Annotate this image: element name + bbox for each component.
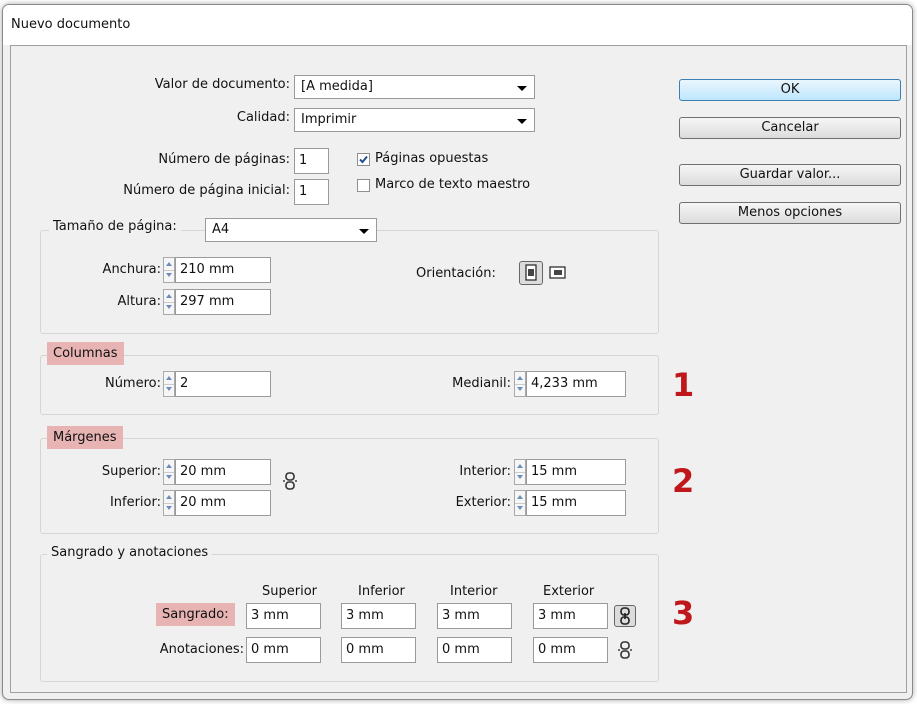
exterior-input[interactable]: 15 mm (526, 490, 626, 516)
header-exterior: Exterior (543, 584, 595, 599)
pagina-inicial-value: 1 (299, 184, 308, 199)
sangrado-inferior-value: 3 mm (346, 608, 384, 623)
medianil-label: Medianil: (452, 376, 511, 391)
exterior-value: 15 mm (531, 495, 578, 510)
anotaciones-superior-input[interactable]: 0 mm (246, 637, 321, 663)
pagina-inicial-label: Número de página inicial: (123, 183, 290, 198)
numero-paginas-input[interactable]: 1 (294, 148, 329, 174)
numero-columnas-value: 2 (180, 376, 189, 391)
inferior-stepper[interactable] (163, 490, 175, 516)
exterior-stepper[interactable] (514, 490, 526, 516)
portrait-orientation-icon[interactable] (519, 261, 543, 285)
pagina-inicial-input[interactable]: 1 (294, 179, 329, 205)
sangrado-exterior-value: 3 mm (538, 608, 576, 623)
chain-link-icon[interactable] (614, 605, 636, 627)
guardar-valor-button[interactable]: Guardar valor... (679, 164, 901, 186)
header-inferior: Inferior (358, 584, 405, 599)
columnas-legend: Columnas (47, 342, 124, 365)
annotation-number-3: 3 (672, 594, 695, 632)
numero-paginas-value: 1 (299, 153, 308, 168)
interior-stepper[interactable] (514, 459, 526, 485)
sangrado-interior-input[interactable]: 3 mm (437, 603, 512, 629)
valor-documento-label: Valor de documento: (154, 77, 290, 92)
margenes-group (40, 438, 659, 534)
anchura-value: 210 mm (180, 262, 235, 277)
tamano-pagina-label: Tamaño de página: (53, 219, 177, 234)
numero-columnas-label: Número: (104, 376, 161, 391)
exterior-label: Exterior: (455, 495, 511, 510)
marco-texto-label: Marco de texto maestro (375, 177, 531, 192)
sangrado-superior-value: 3 mm (251, 608, 289, 623)
anotaciones-label: Anotaciones: (159, 642, 244, 657)
valor-documento-value: [A medida] (301, 79, 373, 94)
chain-link-icon[interactable] (282, 472, 298, 490)
medianil-stepper[interactable] (514, 371, 526, 397)
anotaciones-inferior-value: 0 mm (346, 642, 384, 657)
altura-stepper[interactable] (163, 289, 175, 315)
ok-button[interactable]: OK (679, 79, 901, 101)
orientacion-label: Orientación: (416, 266, 496, 281)
marco-texto-checkbox[interactable] (357, 179, 370, 192)
window-title: Nuevo documento (11, 17, 131, 32)
anotaciones-exterior-value: 0 mm (538, 642, 576, 657)
tamano-pagina-legend: Tamaño de página: (49, 219, 181, 234)
dialog-window: Nuevo documento Valor de documento: [A m… (2, 4, 913, 700)
calidad-label: Calidad: (236, 110, 290, 125)
interior-label: Interior: (459, 464, 511, 479)
anotaciones-superior-value: 0 mm (251, 642, 289, 657)
sangrado-exterior-input[interactable]: 3 mm (533, 603, 608, 629)
superior-stepper[interactable] (163, 459, 175, 485)
chevron-down-icon (517, 86, 527, 91)
calidad-value: Imprimir (301, 112, 357, 127)
interior-input[interactable]: 15 mm (526, 459, 626, 485)
dialog-body: Valor de documento: [A medida] Calidad: … (10, 45, 907, 693)
numero-paginas-label: Número de páginas: (158, 152, 290, 167)
annotation-number-2: 2 (672, 462, 695, 500)
superior-input[interactable]: 20 mm (175, 459, 271, 485)
landscape-orientation-icon[interactable] (547, 262, 569, 284)
inferior-label: Inferior: (109, 495, 161, 510)
cancel-button[interactable]: Cancelar (679, 117, 901, 139)
sangrado-legend: Sangrado y anotaciones (47, 545, 213, 560)
calidad-select[interactable]: Imprimir (294, 108, 535, 132)
chevron-down-icon (517, 119, 527, 124)
anchura-stepper[interactable] (163, 257, 175, 283)
paginas-opuestas-checkbox[interactable] (357, 153, 370, 166)
tamano-pagina-value: A4 (212, 222, 230, 237)
margenes-legend: Márgenes (47, 426, 123, 449)
numero-columnas-stepper[interactable] (163, 371, 175, 397)
title-bar[interactable]: Nuevo documento (3, 5, 912, 45)
sangrado-label: Sangrado: (156, 603, 235, 626)
altura-value: 297 mm (180, 294, 235, 309)
inferior-input[interactable]: 20 mm (175, 490, 271, 516)
tamano-pagina-select[interactable]: A4 (205, 218, 377, 242)
valor-documento-select[interactable]: [A medida] (294, 75, 535, 99)
superior-label: Superior: (101, 464, 161, 479)
anchura-input[interactable]: 210 mm (175, 257, 271, 283)
anotaciones-interior-input[interactable]: 0 mm (437, 637, 512, 663)
sangrado-superior-input[interactable]: 3 mm (246, 603, 321, 629)
sangrado-interior-value: 3 mm (442, 608, 480, 623)
header-interior: Interior (450, 584, 498, 599)
medianil-input[interactable]: 4,233 mm (526, 371, 626, 397)
anchura-label: Anchura: (102, 262, 161, 277)
chevron-down-icon (359, 229, 369, 234)
superior-value: 20 mm (180, 464, 227, 479)
anotaciones-interior-value: 0 mm (442, 642, 480, 657)
annotation-number-1: 1 (672, 366, 695, 404)
menos-opciones-button[interactable]: Menos opciones (679, 202, 901, 224)
chain-link-icon[interactable] (617, 641, 633, 659)
paginas-opuestas-label: Páginas opuestas (375, 151, 489, 166)
inferior-value: 20 mm (180, 495, 227, 510)
anotaciones-inferior-input[interactable]: 0 mm (341, 637, 416, 663)
altura-label: Altura: (117, 294, 161, 309)
interior-value: 15 mm (531, 464, 578, 479)
anotaciones-exterior-input[interactable]: 0 mm (533, 637, 608, 663)
medianil-value: 4,233 mm (531, 376, 598, 391)
sangrado-inferior-input[interactable]: 3 mm (341, 603, 416, 629)
header-superior: Superior (262, 584, 317, 599)
altura-input[interactable]: 297 mm (175, 289, 271, 315)
numero-columnas-input[interactable]: 2 (175, 371, 271, 397)
